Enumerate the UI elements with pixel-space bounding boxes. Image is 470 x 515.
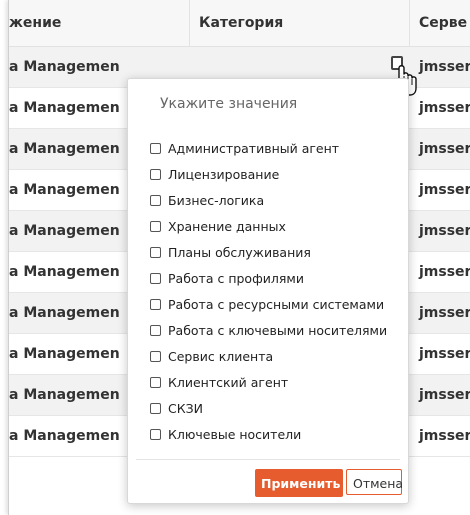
- cell-name: a Managemen: [9, 428, 120, 444]
- cell-server: jmsser: [419, 428, 470, 444]
- checkbox[interactable]: [150, 298, 161, 310]
- cell-server: jmsser: [419, 141, 470, 157]
- filter-option-label: Административный агент: [168, 140, 340, 156]
- filter-option-label: Клиентский агент: [168, 374, 289, 390]
- filter-option[interactable]: Работа с ресурсными системами: [150, 291, 387, 317]
- filter-option[interactable]: Административный агент: [150, 135, 387, 161]
- checkbox[interactable]: [150, 142, 161, 154]
- checkbox[interactable]: [150, 324, 161, 336]
- apply-button[interactable]: Применить: [255, 469, 343, 497]
- filter-option[interactable]: Планы обслуживания: [150, 239, 387, 265]
- filter-option[interactable]: Ключевые носители: [150, 421, 387, 447]
- filter-option-label: Ключевые носители: [168, 426, 302, 442]
- cell-name: a Managemen: [9, 387, 120, 403]
- filter-option[interactable]: Хранение данных: [150, 213, 387, 239]
- header-category[interactable]: Категория: [199, 0, 283, 46]
- filter-option[interactable]: СКЗИ: [150, 395, 387, 421]
- filter-option-label: Работа с профилями: [168, 270, 304, 286]
- checkbox[interactable]: [150, 350, 161, 362]
- filter-options-list: Административный агент Лицензирование Бизн…: [150, 135, 387, 447]
- checkbox[interactable]: [150, 168, 161, 180]
- filter-option[interactable]: Сервис клиента: [150, 343, 387, 369]
- filter-option-label: Работа с ресурсными системами: [168, 296, 385, 312]
- filter-option-label: Бизнес-логика: [168, 192, 265, 208]
- cell-server: jmsser: [419, 346, 470, 362]
- window-frame: жение Категория Серве a Managemen jmsser a…: [8, 0, 470, 515]
- cell-name: a Managemen: [9, 59, 120, 75]
- cell-name: a Managemen: [9, 346, 120, 362]
- filter-option-label: СКЗИ: [168, 400, 203, 416]
- checkbox[interactable]: [150, 428, 161, 440]
- cell-name: a Managemen: [9, 141, 120, 157]
- cell-server: jmsser: [419, 387, 470, 403]
- checkbox[interactable]: [150, 272, 161, 284]
- table-header: жение Категория Серве: [9, 0, 470, 47]
- cell-name: a Managemen: [9, 182, 120, 198]
- header-name[interactable]: жение: [9, 0, 61, 46]
- filter-option[interactable]: Бизнес-логика: [150, 187, 387, 213]
- checkbox[interactable]: [150, 194, 161, 206]
- filter-option-label: Хранение данных: [168, 218, 286, 234]
- checkbox[interactable]: [150, 376, 161, 388]
- popup-title: Укажите значения: [160, 96, 298, 112]
- cell-server: jmsser: [419, 59, 470, 75]
- cell-server: jmsser: [419, 305, 470, 321]
- filter-option-label: Работа с ключевыми носителями: [168, 322, 388, 338]
- cell-server: jmsser: [419, 264, 470, 280]
- checkbox[interactable]: [150, 402, 161, 414]
- column-separator[interactable]: [189, 0, 190, 46]
- cancel-button[interactable]: Отмена: [346, 469, 403, 495]
- cell-name: a Managemen: [9, 100, 120, 116]
- category-filter-popup: Укажите значения Административный агент Л…: [127, 78, 409, 504]
- cell-name: a Managemen: [9, 264, 120, 280]
- column-separator[interactable]: [409, 0, 410, 46]
- checkbox[interactable]: [150, 246, 161, 258]
- cell-server: jmsser: [419, 182, 470, 198]
- filter-option-label: Лицензирование: [168, 166, 280, 182]
- filter-option[interactable]: Работа с профилями: [150, 265, 387, 291]
- filter-option[interactable]: Клиентский агент: [150, 369, 387, 395]
- checkbox[interactable]: [150, 220, 161, 232]
- filter-option[interactable]: Лицензирование: [150, 161, 387, 187]
- divider: [136, 459, 400, 460]
- header-server[interactable]: Серве: [419, 0, 467, 46]
- cell-server: jmsser: [419, 223, 470, 239]
- cell-server: jmsser: [419, 100, 470, 116]
- filter-option-label: Сервис клиента: [168, 348, 274, 364]
- filter-option[interactable]: Работа с ключевыми носителями: [150, 317, 387, 343]
- cell-name: a Managemen: [9, 305, 120, 321]
- filter-option-label: Планы обслуживания: [168, 244, 311, 260]
- cell-name: a Managemen: [9, 223, 120, 239]
